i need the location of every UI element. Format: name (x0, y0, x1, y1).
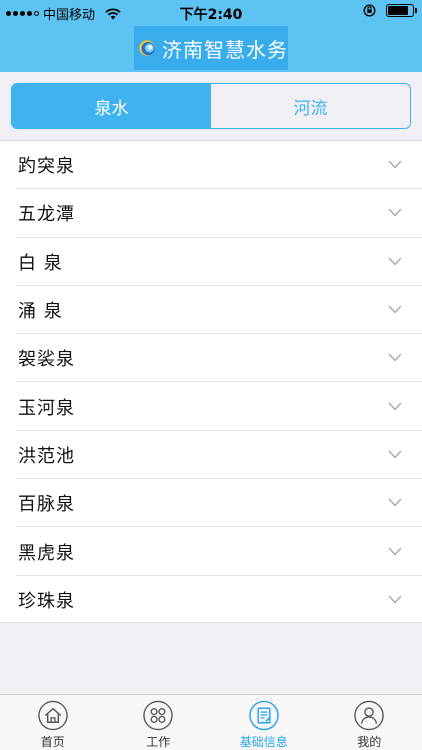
spring-list: 趵突泉 五龙潭 白 泉 涌 泉 袈裟泉 玉河泉 洪范池 百脉泉 黑虎泉 珍珠泉 (0, 140, 422, 623)
list-item[interactable]: 洪范池 (0, 431, 422, 480)
chevron-down-icon (388, 353, 402, 362)
list-item[interactable]: 袈裟泉 (0, 334, 422, 383)
list-item[interactable]: 涌 泉 (0, 286, 422, 335)
document-icon (248, 700, 279, 731)
list-item-label: 洪范池 (18, 445, 75, 467)
list-item[interactable]: 趵突泉 (0, 141, 422, 190)
tab-label: 工作 (146, 735, 171, 749)
chevron-down-icon (388, 257, 402, 266)
chevron-down-icon (388, 209, 402, 217)
chevron-down-icon (388, 547, 402, 555)
app-title: 济南智慧水务 (162, 37, 288, 62)
bottom-tab-bar: 首页 工作 基础信息 我的 (0, 694, 422, 750)
chevron-down-icon (388, 498, 402, 507)
list-item[interactable]: 五龙潭 (0, 189, 422, 238)
logo-icon (139, 40, 155, 56)
list-item[interactable]: 珍珠泉 (0, 576, 422, 624)
tab-work[interactable]: 工作 (106, 695, 212, 750)
battery-icon (386, 4, 417, 17)
tab-mine[interactable]: 我的 (317, 695, 422, 750)
tab-rivers[interactable]: 河流 (211, 84, 410, 128)
tab-label: 基础信息 (239, 735, 288, 749)
battery-fill (388, 6, 409, 15)
segmented-control: 泉水 河流 (11, 83, 411, 129)
list-item-label: 袈裟泉 (18, 349, 75, 371)
list-item[interactable]: 白 泉 (0, 238, 422, 287)
list-item-label: 涌 泉 (18, 301, 63, 323)
chevron-down-icon (388, 402, 402, 411)
tab-springs[interactable]: 泉水 (12, 84, 211, 128)
list-item-label: 趵突泉 (18, 156, 75, 178)
chevron-down-icon (388, 595, 402, 604)
status-bar: 中国移动 下午2:40 (0, 0, 422, 24)
status-time: 下午2:40 (179, 7, 243, 23)
list-item[interactable]: 百脉泉 (0, 479, 422, 528)
home-icon (38, 700, 68, 731)
tab-label: 首页 (40, 735, 65, 749)
tab-basic-info[interactable]: 基础信息 (211, 695, 317, 750)
list-item-label: 黑虎泉 (18, 542, 75, 564)
title-bar: 济南智慧水务 (134, 26, 288, 70)
user-icon (354, 700, 384, 731)
list-item-label: 白 泉 (18, 252, 63, 274)
list-item[interactable]: 黑虎泉 (0, 527, 422, 576)
list-item-label: 玉河泉 (18, 397, 75, 419)
list-item-label: 五龙潭 (18, 204, 75, 226)
list-item[interactable]: 玉河泉 (0, 382, 422, 432)
chevron-down-icon (388, 160, 402, 169)
list-item-label: 珍珠泉 (18, 590, 75, 612)
chevron-down-icon (388, 305, 402, 314)
list-item-label: 百脉泉 (18, 494, 75, 516)
grid-icon (143, 700, 173, 731)
chevron-down-icon (388, 450, 402, 459)
tab-label: 我的 (357, 735, 382, 749)
tab-home[interactable]: 首页 (0, 695, 106, 750)
rotation-lock-icon (363, 4, 376, 17)
status-right (363, 4, 417, 17)
